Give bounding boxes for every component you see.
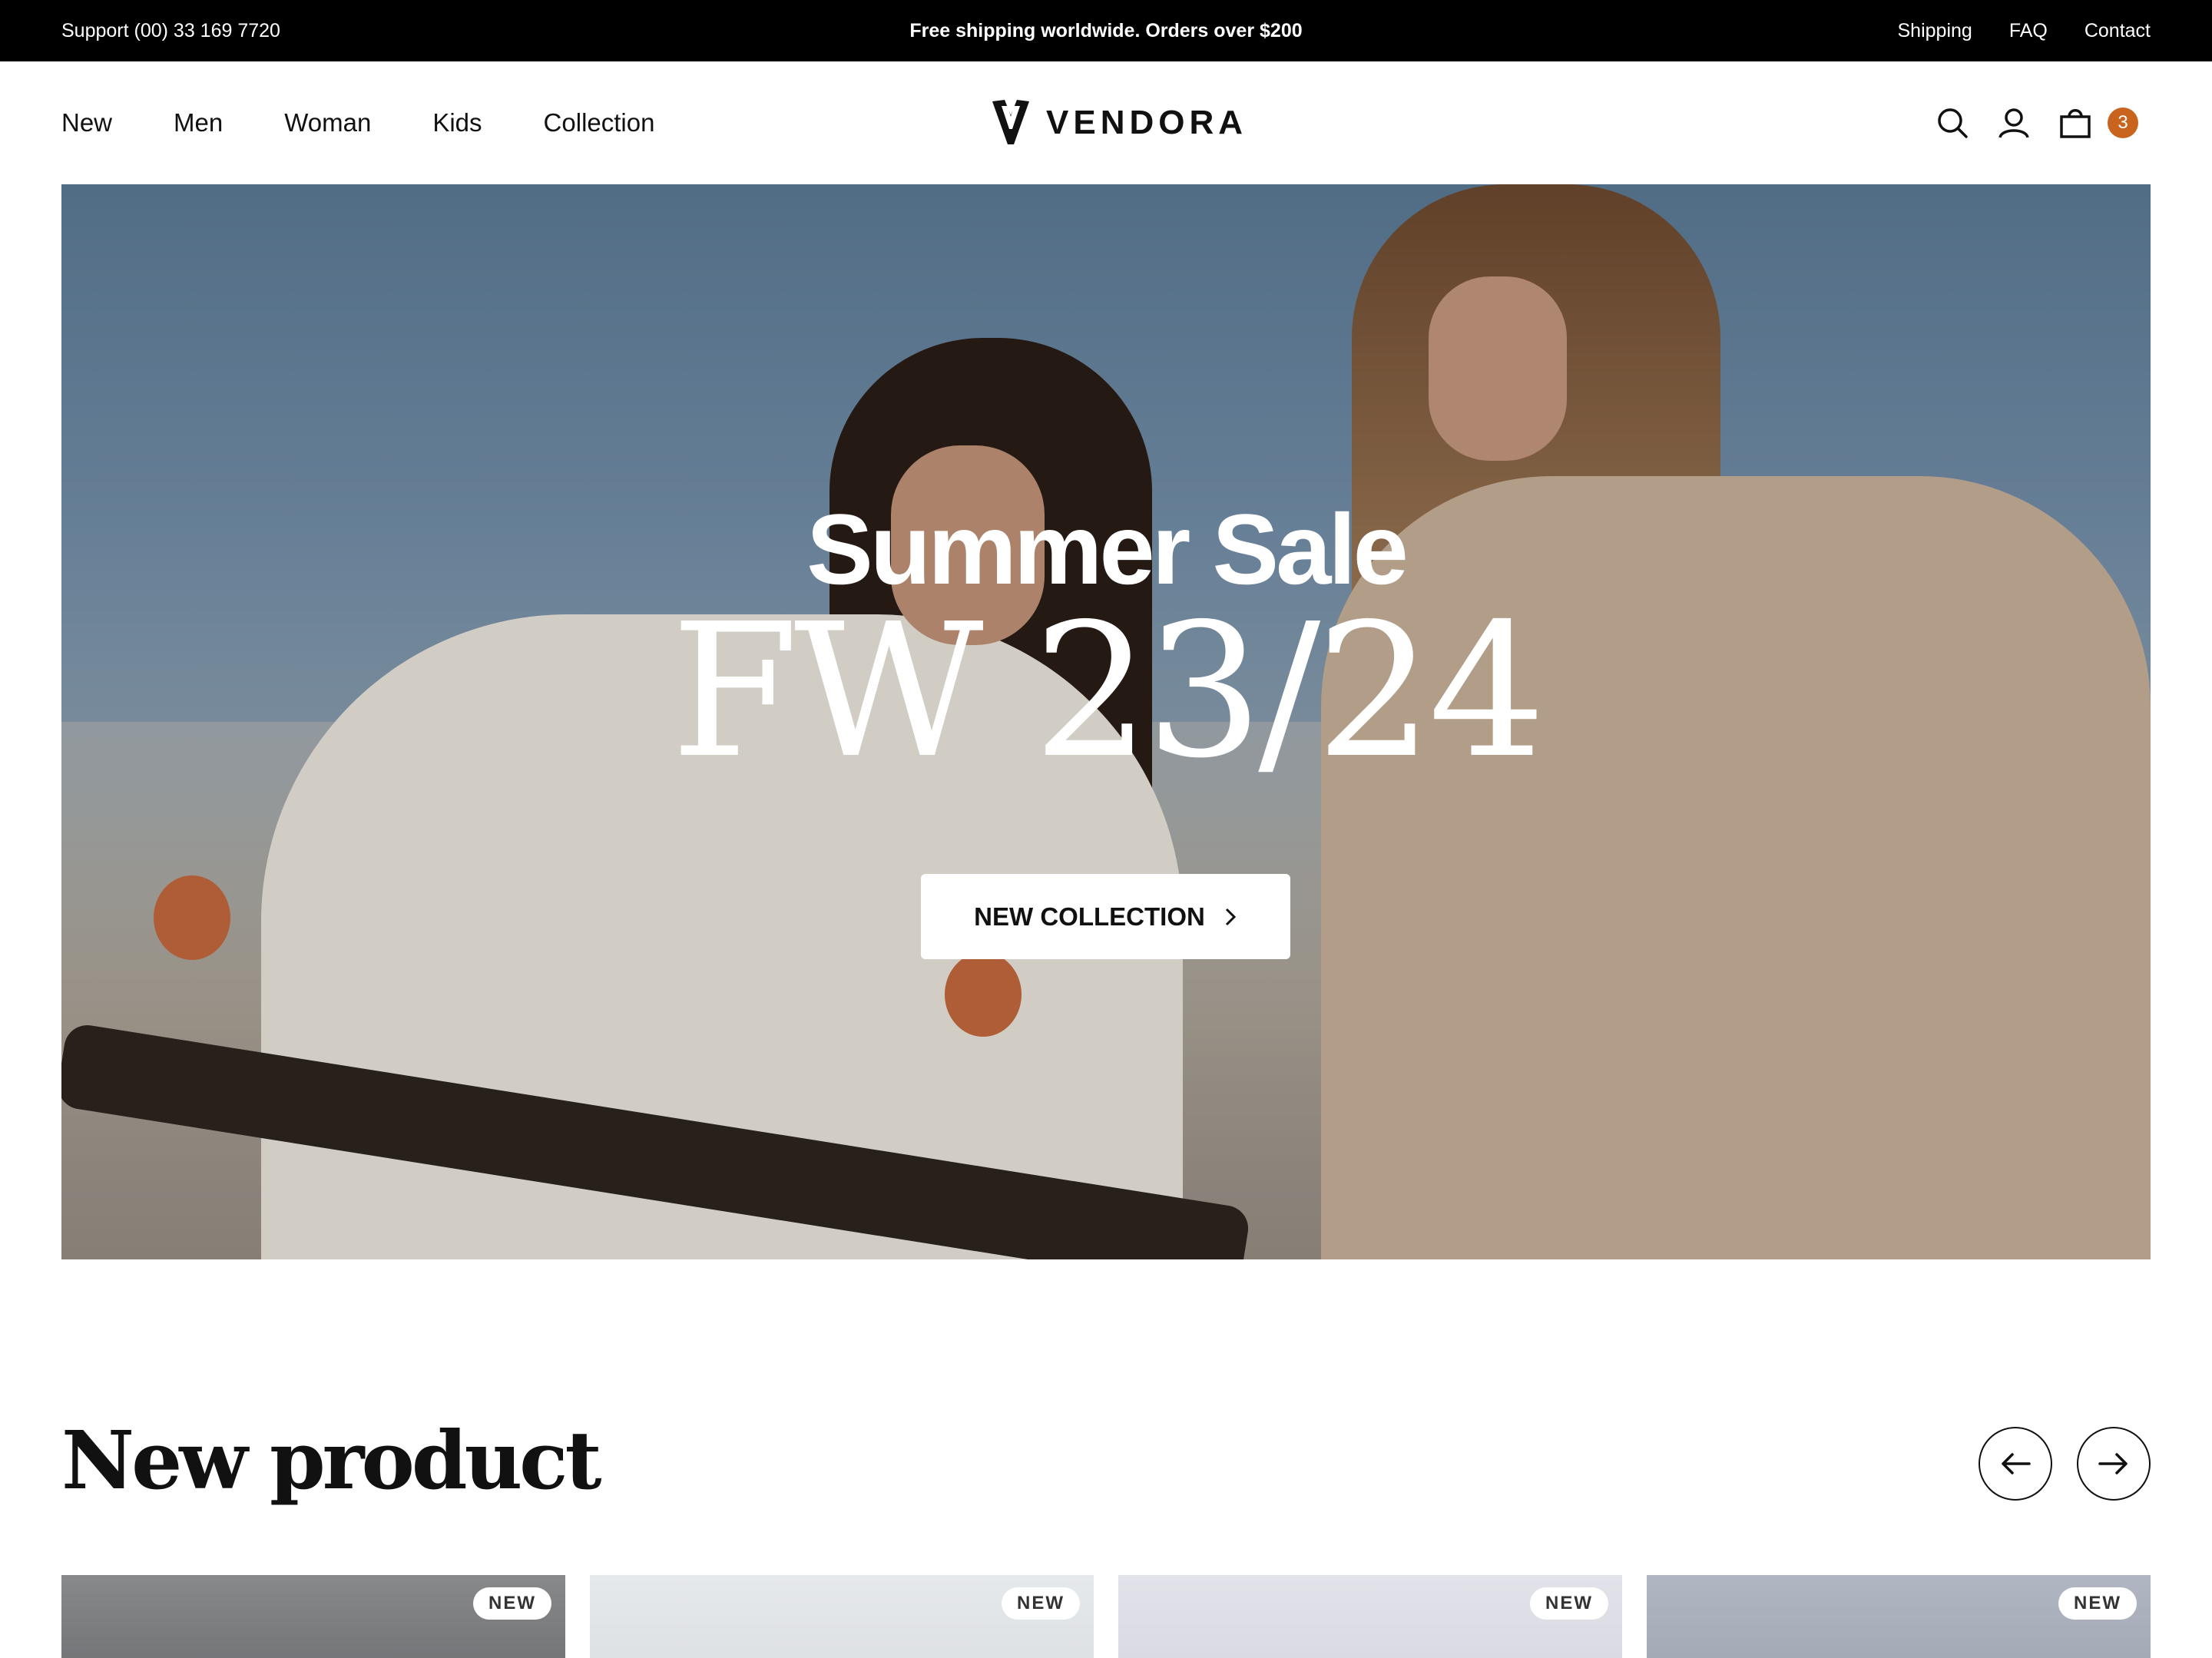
hero-subtitle: FW 23/24 (671, 584, 1545, 799)
section-title: New product (61, 1413, 602, 1507)
carousel-next-button[interactable] (2077, 1427, 2151, 1501)
site-logo[interactable]: VENDORA (991, 98, 1247, 147)
cart-count-badge: 3 (2108, 108, 2138, 138)
announcement-bar: Support (00) 33 169 7720 Free shipping w… (0, 0, 2212, 61)
product-card[interactable]: NEW (61, 1575, 565, 1658)
product-carousel: NEW NEW NEW NEW (61, 1575, 2151, 1658)
logo-mark-icon (992, 100, 1029, 144)
product-card[interactable]: NEW (1118, 1575, 1622, 1658)
nav-item-kids[interactable]: Kids (432, 108, 482, 137)
arrow-left-icon (2002, 1453, 2031, 1474)
new-badge: NEW (473, 1587, 551, 1620)
site-header: New Men Woman Kids Collection VENDORA 3 (0, 61, 2212, 184)
nav-item-new[interactable]: New (61, 108, 112, 137)
nav-item-collection[interactable]: Collection (544, 108, 655, 137)
faq-link[interactable]: FAQ (2009, 20, 2048, 42)
new-badge: NEW (1002, 1587, 1080, 1620)
shipping-promo: Free shipping worldwide. Orders over $20… (909, 19, 1303, 41)
shipping-link[interactable]: Shipping (1898, 20, 1972, 42)
main-nav: New Men Woman Kids Collection (61, 108, 654, 137)
carousel-prev-button[interactable] (1979, 1427, 2052, 1501)
new-badge: NEW (1530, 1587, 1608, 1620)
contact-link[interactable]: Contact (2085, 20, 2151, 42)
new-badge: NEW (2058, 1587, 2137, 1620)
new-collection-button[interactable]: NEW COLLECTION (921, 874, 1290, 959)
product-card[interactable]: NEW (590, 1575, 1094, 1658)
new-collection-label: NEW COLLECTION (974, 902, 1205, 931)
support-phone[interactable]: Support (00) 33 169 7720 (61, 20, 280, 42)
nav-item-men[interactable]: Men (174, 108, 223, 137)
nav-item-woman[interactable]: Woman (284, 108, 371, 137)
cart-button[interactable]: 3 (2058, 106, 2138, 140)
cart-icon (2058, 106, 2092, 140)
arrow-right-icon (2098, 1453, 2128, 1474)
search-icon[interactable] (1936, 106, 1969, 140)
topbar-links: Shipping FAQ Contact (1898, 20, 2151, 42)
product-card[interactable]: NEW (1647, 1575, 2151, 1658)
hero-banner: Summer Sale FW 23/24 NEW COLLECTION (61, 184, 2151, 1259)
user-icon[interactable] (1997, 106, 2031, 140)
header-actions: 3 (1936, 106, 2138, 140)
logo-wordmark: VENDORA (1046, 104, 1248, 141)
chevron-right-icon (1225, 908, 1236, 925)
